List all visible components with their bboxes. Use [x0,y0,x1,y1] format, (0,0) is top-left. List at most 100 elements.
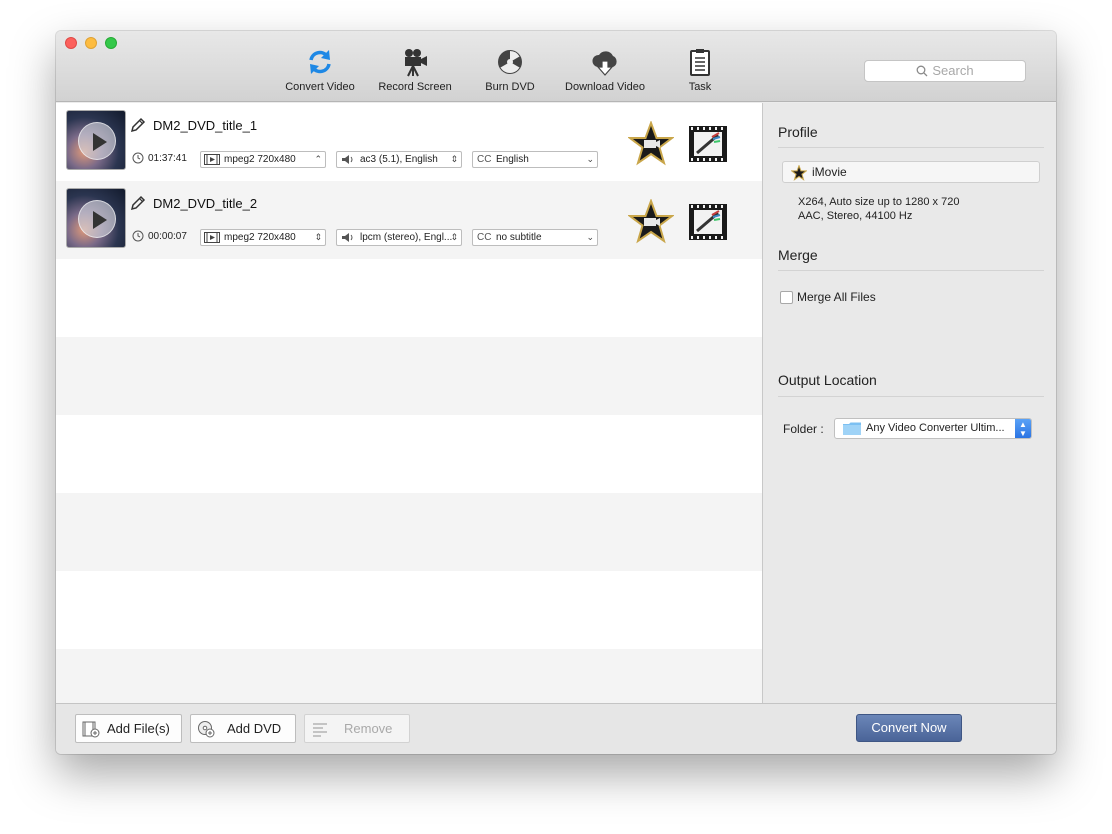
stepper-icon[interactable]: ▲ ▼ [1015,419,1031,438]
toolbar-label: Burn DVD [485,81,535,93]
subtitle-select[interactable]: CC no subtitle ⌄ [472,229,598,246]
search-icon [916,65,928,77]
zoom-window-button[interactable] [105,37,117,49]
file-row[interactable]: DM2_DVD_title_1 01:37:41 mpeg2 720x480 ⌃ [56,103,762,181]
edit-pencil-icon[interactable] [130,117,146,133]
output-location-heading: Output Location [778,372,877,388]
empty-row [56,337,762,415]
speaker-icon [342,155,353,164]
search-placeholder: Search [932,63,974,78]
add-dvd-label: Add DVD [227,721,282,736]
toolbar-label: Convert Video [285,81,355,93]
convert-now-button[interactable]: Convert Now [856,714,962,742]
output-folder-select[interactable]: Any Video Converter Ultim... ▲ ▼ [834,418,1032,439]
imovie-star-icon [791,165,807,181]
empty-row [56,649,762,703]
add-files-button[interactable]: Add File(s) [75,714,182,743]
search-input[interactable]: Search [864,60,1026,82]
remove-button[interactable]: Remove [304,714,410,743]
task-icon [690,49,710,76]
divider [778,270,1044,271]
settings-panel: Profile iMovie X264, Auto size up to 128… [762,103,1056,703]
file-duration: 01:37:41 [148,153,187,164]
audio-track-select[interactable]: ac3 (5.1), English ⇕ [336,151,462,168]
folder-icon [843,422,861,435]
file-row[interactable]: DM2_DVD_title_2 00:00:07 mpeg2 720x480 ⇕ [56,181,762,259]
subtitle-value: no subtitle [496,232,542,243]
video-thumbnail[interactable] [66,188,126,248]
play-icon[interactable] [78,200,116,238]
profile-heading: Profile [778,124,818,140]
audio-track-value: lpcm (stereo), Engl... [360,232,453,243]
file-duration: 00:00:07 [148,231,187,242]
chevron-down-icon: ⌄ [586,232,594,242]
toolbar-task[interactable]: Task [676,47,724,97]
toolbar-label: Task [688,81,712,93]
bottom-bar: Add File(s) Add DVD Remove Convert Now [56,703,1056,754]
empty-row [56,259,762,337]
toolbar: Convert Video Record Screen Burn DVD Dow… [56,31,1056,102]
add-dvd-button[interactable]: Add DVD [190,714,296,743]
video-track-icon [204,154,220,165]
file-title[interactable]: DM2_DVD_title_1 [153,118,257,133]
toolbar-download-video[interactable]: Download Video [565,47,645,97]
file-title[interactable]: DM2_DVD_title_2 [153,196,257,211]
folder-label: Folder : [783,422,824,436]
merge-heading: Merge [778,247,818,263]
empty-row [56,415,762,493]
subtitle-tag: CC [477,154,492,165]
add-dvd-icon [198,721,215,738]
download-video-icon [592,51,617,76]
video-track-value: mpeg2 720x480 [224,232,296,243]
empty-row [56,493,762,571]
merge-all-label[interactable]: Merge All Files [797,290,876,304]
record-screen-icon [405,49,427,77]
stepper-icon: ⇕ [314,232,322,242]
video-thumbnail[interactable] [66,110,126,170]
empty-row [56,571,762,649]
chevron-down-icon: ⌄ [586,154,594,164]
close-window-button[interactable] [65,37,77,49]
file-list: DM2_DVD_title_1 01:37:41 mpeg2 720x480 ⌃ [56,103,762,703]
add-files-label: Add File(s) [107,721,170,736]
divider [778,147,1044,148]
toolbar-label: Download Video [565,81,645,93]
convert-video-icon [309,50,331,74]
add-file-icon [82,721,100,738]
audio-track-select[interactable]: lpcm (stereo), Engl... ⇕ [336,229,462,246]
video-edit-icon[interactable] [688,125,728,163]
remove-label: Remove [344,721,393,736]
profile-description: X264, Auto size up to 1280 x 720 [798,196,960,208]
profile-description: AAC, Stereo, 44100 Hz [798,210,913,222]
remove-list-icon [313,723,327,737]
toolbar-label: Record Screen [378,81,452,93]
subtitle-select[interactable]: CC English ⌄ [472,151,598,168]
minimize-window-button[interactable] [85,37,97,49]
toolbar-burn-dvd[interactable]: Burn DVD [478,47,542,97]
subtitle-value: English [496,154,529,165]
video-track-select[interactable]: mpeg2 720x480 ⌃ [200,151,326,168]
stepper-icon: ⇕ [450,154,458,164]
video-track-icon [204,232,220,243]
app-window: Convert Video Record Screen Burn DVD Dow… [56,31,1056,754]
divider [778,396,1044,397]
play-icon[interactable] [78,122,116,160]
edit-pencil-icon[interactable] [130,195,146,211]
profile-select[interactable]: iMovie [782,161,1040,183]
toolbar-record-screen[interactable]: Record Screen [377,47,453,97]
video-track-select[interactable]: mpeg2 720x480 ⇕ [200,229,326,246]
toolbar-convert-video[interactable]: Convert Video [282,47,358,97]
video-edit-icon[interactable] [688,203,728,241]
speaker-icon [342,233,353,242]
audio-track-value: ac3 (5.1), English [360,154,438,165]
burn-dvd-icon [498,50,522,74]
stepper-icon: ⌃ [314,154,322,164]
subtitle-tag: CC [477,232,492,243]
video-track-value: mpeg2 720x480 [224,154,296,165]
clock-icon [132,152,144,164]
imovie-star-icon[interactable] [628,121,674,167]
stepper-icon: ⇕ [450,232,458,242]
clock-icon [132,230,144,242]
merge-all-checkbox[interactable] [780,291,793,304]
imovie-star-icon[interactable] [628,199,674,245]
